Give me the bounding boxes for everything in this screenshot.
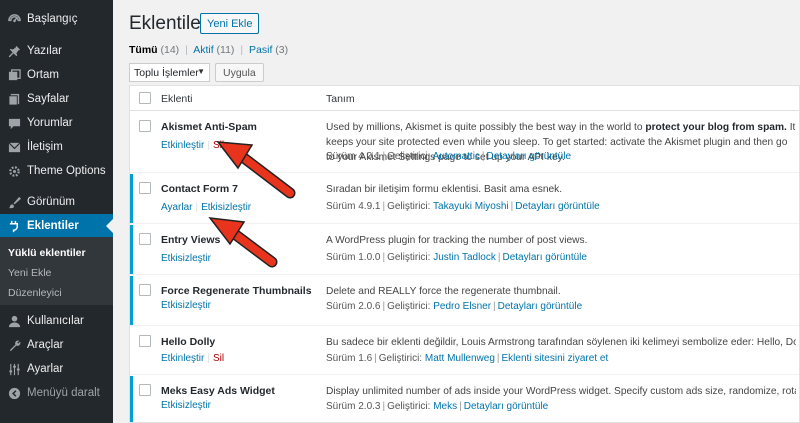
arrow-to-delete-link: [216, 141, 296, 199]
arrow-to-deactivate-link: [208, 217, 278, 268]
annotation-arrows: [208, 141, 296, 268]
